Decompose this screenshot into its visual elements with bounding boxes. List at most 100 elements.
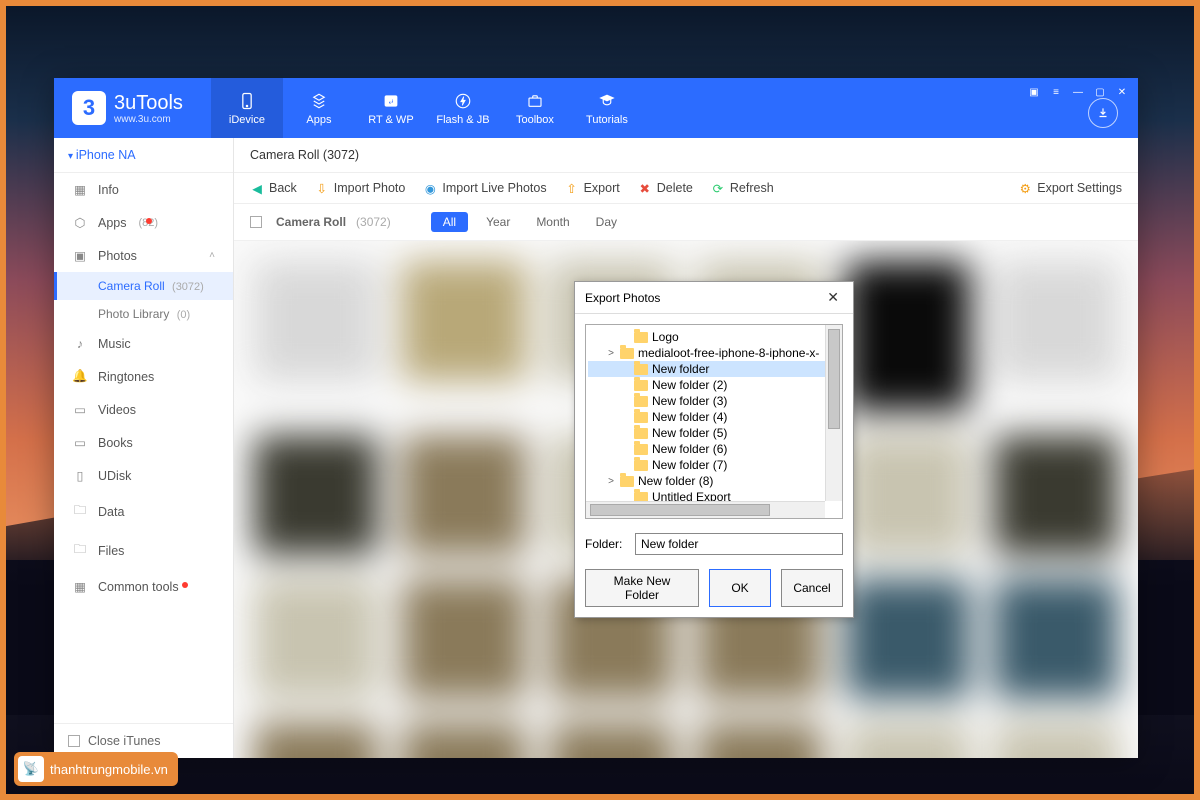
logo-badge-icon: 3 [72, 91, 106, 125]
import-live-button[interactable]: ◉Import Live Photos [423, 181, 546, 195]
filter-month[interactable]: Month [528, 212, 577, 232]
make-new-folder-button[interactable]: Make New Folder [585, 569, 699, 607]
tree-node[interactable]: Logo [588, 329, 840, 345]
tab-idevice[interactable]: iDevice [211, 78, 283, 138]
content-area: Camera Roll (3072) ◀Back ⇩Import Photo ◉… [234, 138, 1138, 758]
folder-tree[interactable]: Logo>medialoot-free-iphone-8-iphone-x-Ne… [585, 324, 843, 519]
toolbox-icon [524, 90, 546, 112]
tab-toolbox[interactable]: Toolbox [499, 78, 571, 138]
tree-node[interactable]: New folder (2) [588, 377, 840, 393]
chevron-up-icon: ˄ [209, 250, 215, 261]
photo-grid: Export Photos ✕ Logo>medialoot-free-ipho… [234, 241, 1138, 758]
tree-node[interactable]: New folder (3) [588, 393, 840, 409]
checkbox-icon[interactable] [68, 735, 80, 747]
sidebar-sub-camera-roll[interactable]: Camera Roll (3072) [54, 272, 233, 300]
flash-icon [452, 90, 474, 112]
apps-icon: ⬡ [72, 215, 88, 230]
video-icon: ▭ [72, 402, 88, 417]
filter-all[interactable]: All [431, 212, 468, 232]
export-icon: ⇧ [565, 181, 579, 195]
sidebar-item-apps[interactable]: ⬡ Apps (82) [54, 206, 233, 239]
sidebar-item-udisk[interactable]: ▯UDisk [54, 459, 233, 492]
toolbar: ◀Back ⇩Import Photo ◉Import Live Photos … [234, 173, 1138, 204]
export-settings-button[interactable]: ⚙Export Settings [1018, 181, 1122, 195]
watermark-icon: 📡 [18, 756, 44, 782]
sidebar-item-music[interactable]: ♪Music [54, 328, 233, 360]
filter-year[interactable]: Year [478, 212, 518, 232]
win-btn-1[interactable]: ▣ [1026, 84, 1042, 100]
header-tabs: iDevice Apps RT & WP Flash & JB Toolbox … [211, 78, 643, 138]
sidebar-item-common-tools[interactable]: ▦ Common tools [54, 570, 233, 603]
app-window: 3 3uTools www.3u.com iDevice Apps RT & W… [54, 78, 1138, 758]
delete-icon: ✖ [638, 181, 652, 195]
tab-flashjb[interactable]: Flash & JB [427, 78, 499, 138]
tree-node[interactable]: New folder (5) [588, 425, 840, 441]
breadcrumb: Camera Roll (3072) [234, 138, 1138, 173]
sidebar-item-files[interactable]: 🗀Files [54, 531, 233, 570]
notification-dot [146, 218, 152, 224]
apps-icon [308, 90, 330, 112]
import-icon: ⇩ [315, 181, 329, 195]
tree-node[interactable]: New folder (7) [588, 457, 840, 473]
delete-button[interactable]: ✖Delete [638, 181, 693, 195]
ok-button[interactable]: OK [709, 569, 771, 607]
sidebar-item-info[interactable]: ▦ Info [54, 173, 233, 206]
section-count: (3072) [356, 215, 391, 229]
win-btn-2[interactable]: ≡ [1048, 84, 1064, 100]
book-icon: ▭ [72, 435, 88, 450]
disk-icon: ▯ [72, 468, 88, 483]
filter-day[interactable]: Day [588, 212, 625, 232]
folder-input[interactable] [635, 533, 843, 555]
music-icon: ♪ [72, 337, 88, 351]
export-button[interactable]: ⇧Export [565, 181, 620, 195]
tab-apps[interactable]: Apps [283, 78, 355, 138]
refresh-icon: ⟳ [711, 181, 725, 195]
grid-icon: ▦ [72, 579, 88, 594]
app-title: 3uTools [114, 92, 183, 114]
app-header: 3 3uTools www.3u.com iDevice Apps RT & W… [54, 78, 1138, 138]
watermark: 📡 thanhtrungmobile.vn [14, 752, 178, 786]
sidebar-item-data[interactable]: 🗀Data [54, 492, 233, 531]
app-subtitle: www.3u.com [114, 114, 183, 125]
sidebar-item-videos[interactable]: ▭Videos [54, 393, 233, 426]
tree-node[interactable]: >medialoot-free-iphone-8-iphone-x- [588, 345, 840, 361]
download-button[interactable] [1088, 98, 1118, 128]
folder-icon: 🗀 [72, 501, 88, 522]
info-icon: ▦ [72, 182, 88, 197]
dialog-close-button[interactable]: ✕ [823, 289, 843, 306]
device-selector[interactable]: iPhone NA [54, 138, 233, 173]
sidebar-item-ringtones[interactable]: 🔔Ringtones [54, 360, 233, 393]
photos-icon: ▣ [72, 248, 88, 263]
sidebar-sub-photo-library[interactable]: Photo Library (0) [54, 300, 233, 328]
notification-dot [182, 582, 188, 588]
sidebar-item-photos[interactable]: ▣ Photos ˄ [54, 239, 233, 272]
export-photos-dialog: Export Photos ✕ Logo>medialoot-free-ipho… [574, 281, 854, 618]
folder-label: Folder: [585, 537, 627, 551]
tutorials-icon [596, 90, 618, 112]
live-icon: ◉ [423, 181, 437, 195]
device-icon [236, 90, 258, 112]
tab-rtwp[interactable]: RT & WP [355, 78, 427, 138]
section-title: Camera Roll [276, 215, 346, 229]
import-photo-button[interactable]: ⇩Import Photo [315, 181, 406, 195]
close-button[interactable]: ✕ [1114, 84, 1130, 100]
minimize-button[interactable]: ― [1070, 84, 1086, 100]
tree-node[interactable]: >New folder (8) [588, 473, 840, 489]
window-controls: ▣ ≡ ― ▢ ✕ [1026, 84, 1130, 100]
vertical-scrollbar[interactable] [825, 325, 842, 501]
cancel-button[interactable]: Cancel [781, 569, 843, 607]
dialog-title: Export Photos [585, 291, 660, 305]
select-all-checkbox[interactable] [250, 216, 262, 228]
tab-tutorials[interactable]: Tutorials [571, 78, 643, 138]
sidebar-item-books[interactable]: ▭Books [54, 426, 233, 459]
bell-icon: 🔔 [72, 369, 88, 384]
tree-node[interactable]: New folder [588, 361, 840, 377]
refresh-button[interactable]: ⟳Refresh [711, 181, 774, 195]
back-button[interactable]: ◀Back [250, 181, 297, 195]
files-icon: 🗀 [72, 540, 88, 561]
tree-node[interactable]: New folder (4) [588, 409, 840, 425]
tree-node[interactable]: New folder (6) [588, 441, 840, 457]
music-icon [380, 90, 402, 112]
sidebar: iPhone NA ▦ Info ⬡ Apps (82) ▣ Photos ˄ … [54, 138, 234, 758]
horizontal-scrollbar[interactable] [586, 501, 825, 518]
